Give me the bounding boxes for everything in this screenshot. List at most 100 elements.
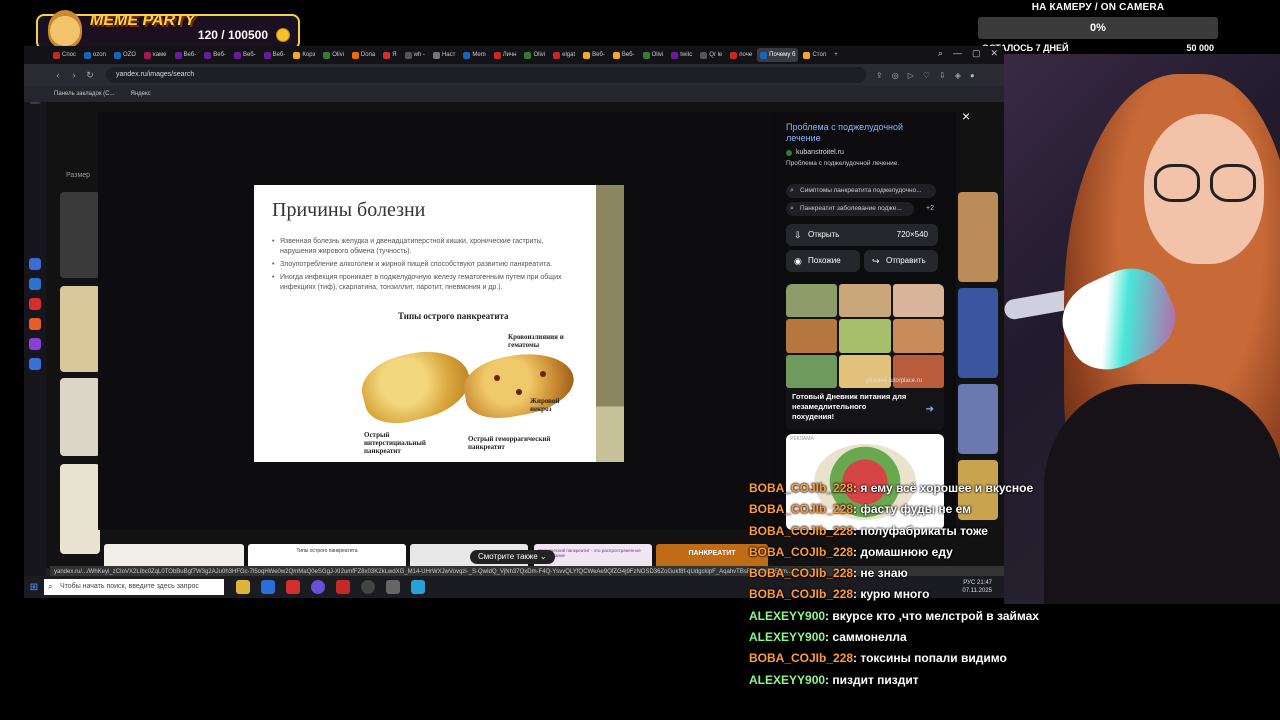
result-thumb[interactable] (60, 286, 100, 372)
close-window-button[interactable]: ✕ (990, 48, 998, 59)
browser-tab[interactable]: Olivi (640, 48, 667, 62)
vk-icon[interactable] (29, 278, 41, 290)
bookmark-folder[interactable]: Панель закладок (С... (54, 91, 114, 97)
result-thumb[interactable] (958, 288, 998, 378)
messenger-icon[interactable] (29, 338, 41, 350)
new-tab-button[interactable]: + (831, 48, 841, 62)
tab-label: Olivi (533, 52, 546, 58)
open-image-button[interactable]: ⇩ Открыть 720×540 (786, 224, 938, 246)
chat-text: : токсины попали видимо (853, 651, 1007, 666)
browser-tab[interactable]: Olivi (320, 48, 347, 62)
yandex-app-icon[interactable] (29, 298, 41, 310)
tab-label: Olivi (651, 52, 664, 58)
play-icon[interactable]: ▷ (908, 71, 914, 80)
windows-start-icon[interactable]: ⊞ (24, 582, 44, 593)
browser-tab[interactable]: Наст (430, 48, 458, 62)
settings-icon[interactable] (386, 580, 400, 594)
result-thumb[interactable] (60, 378, 100, 456)
telegram-icon[interactable] (411, 580, 425, 594)
extension-icon[interactable]: ◈ (955, 71, 961, 80)
browser-tab[interactable]: Спос (50, 48, 79, 62)
tab-label: Qr le (709, 52, 723, 58)
result-thumb[interactable] (958, 192, 998, 282)
result-thumb[interactable] (60, 192, 100, 278)
store-icon[interactable] (261, 580, 275, 594)
browser-tab[interactable]: Веб- (172, 48, 200, 62)
obs-icon[interactable] (336, 580, 350, 594)
goal-target: 50 000 (1186, 43, 1214, 53)
search-icon: ⌕ (48, 582, 53, 591)
similar-button[interactable]: ◉ Похожие (786, 250, 860, 272)
taskbar-search[interactable]: ⌕ Чтобы начать поиск, введите здесь запр… (44, 579, 224, 595)
mail-icon[interactable] (29, 358, 41, 370)
app-icon[interactable] (311, 580, 325, 594)
ad-badge: РЕКЛАМА (790, 436, 814, 442)
browser-tab[interactable]: Qr le (697, 48, 725, 62)
size-filter[interactable]: Размер (66, 172, 90, 179)
browser-tab[interactable]: каме (141, 48, 170, 62)
ad-card[interactable]: pitanie4.tutorplace.ru Готовый Дневник п… (786, 284, 944, 430)
browser-tab[interactable]: twitc (668, 48, 695, 62)
close-modal-button[interactable]: × (962, 108, 970, 124)
profile-icon[interactable]: ● (970, 71, 975, 80)
favorite-icon[interactable]: ♡ (923, 71, 930, 80)
browser-tab[interactable]: Mem (460, 48, 488, 62)
result-thumb[interactable] (958, 384, 998, 454)
music-icon[interactable] (29, 318, 41, 330)
browser-tab[interactable]: Почему б (757, 48, 799, 62)
goal-progress-bar: 0% (978, 17, 1218, 39)
browser-tab[interactable]: Корз (290, 48, 318, 62)
browser-tab[interactable]: OZO (111, 48, 139, 62)
send-button[interactable]: ↪ Отправить (864, 250, 938, 272)
forward-icon[interactable]: › (66, 70, 82, 80)
url-field[interactable]: yandex.ru/images/search (106, 67, 866, 83)
image-viewer-modal: Причины болезни Язвенная болезнь желудка… (98, 112, 956, 578)
minimize-button[interactable]: — (953, 48, 962, 59)
browser-tab[interactable]: поче (727, 48, 755, 62)
back-icon[interactable]: ‹ (50, 70, 66, 80)
image-preview[interactable]: Причины болезни Язвенная болезнь желудка… (98, 112, 774, 530)
tab-favicon-icon (83, 51, 91, 59)
browser-tab[interactable]: Веб- (610, 48, 638, 62)
chat-username: BOBA_COJIb_228 (749, 544, 854, 559)
screenshot-icon[interactable]: ◎ (892, 71, 899, 80)
tab-label: Веб- (213, 52, 226, 58)
explorer-icon[interactable] (236, 580, 250, 594)
more-chips-button[interactable]: +2 (926, 202, 934, 216)
browser-tab[interactable]: Веб- (580, 48, 608, 62)
search-tabs-icon[interactable]: ⌕ (938, 48, 943, 59)
reload-icon[interactable]: ↻ (82, 70, 98, 81)
result-thumb[interactable] (60, 464, 100, 554)
browser-tab[interactable]: Dona (349, 48, 378, 62)
browser-tab[interactable]: Личн (491, 48, 520, 62)
see-also-button[interactable]: Смотрите также ⌄ (470, 550, 555, 564)
browser-tab[interactable]: ozon (81, 48, 109, 62)
glasses-right (1210, 164, 1256, 202)
browser-tab[interactable]: Стол (800, 48, 829, 62)
tab-label: Почему б (769, 52, 796, 58)
chat-message: BOBA_COJIb_228: полуфабрикаты тоже (749, 521, 1049, 542)
tab-favicon-icon (143, 51, 151, 59)
app-icon[interactable] (29, 258, 41, 270)
slide-bullets: Язвенная болезнь желудка и двенадцатипер… (272, 237, 572, 296)
browser-tab[interactable]: Веб- (231, 48, 259, 62)
info-title[interactable]: Проблема с поджелудочной лечение (786, 122, 936, 144)
maximize-button[interactable]: ▢ (972, 48, 981, 59)
tab-favicon-icon (404, 51, 412, 59)
related-query-chip[interactable]: ⌕ Панкреатит заболевание поджe... (786, 202, 914, 216)
slide-bullet: Злоупотребление алкоголем и жирной пищей… (272, 260, 572, 270)
yandex-browser-icon[interactable] (286, 580, 300, 594)
related-query-chip[interactable]: ⌕ Симптомы панкреатита поджелудочно... (786, 184, 936, 198)
chat-message: BOBA_COJIb_228: домашнюю еду (749, 542, 1049, 563)
steam-icon[interactable] (361, 580, 375, 594)
info-source[interactable]: kubanstroitel.ru (786, 149, 844, 156)
downloads-icon[interactable]: ⇩ (939, 71, 946, 80)
browser-tab[interactable]: Я (380, 48, 399, 62)
bookmark-yandex[interactable]: Яндекс (130, 91, 150, 97)
browser-tab[interactable]: Olivi (521, 48, 548, 62)
browser-tab[interactable]: elgat (550, 48, 578, 62)
share-icon[interactable]: ⇪ (876, 71, 883, 80)
browser-tab[interactable]: Веб- (201, 48, 229, 62)
browser-tab[interactable]: wh - (402, 48, 428, 62)
browser-tab[interactable]: Веб- (261, 48, 289, 62)
